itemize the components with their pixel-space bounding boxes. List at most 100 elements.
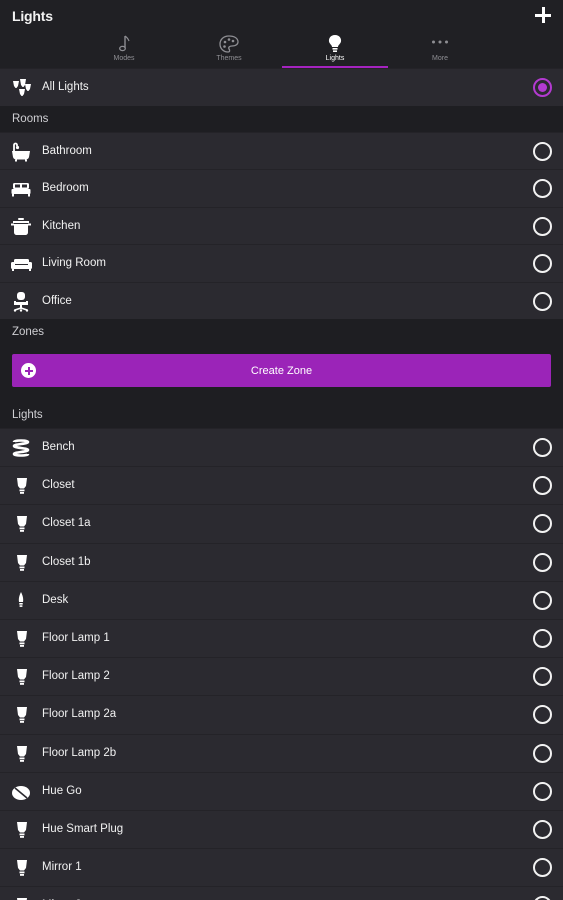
light-label: Bench bbox=[42, 441, 75, 453]
room-row-living-room[interactable]: Living Room bbox=[0, 244, 563, 282]
light-row[interactable]: Hue Smart Plug bbox=[0, 809, 563, 849]
light-row[interactable]: Floor Lamp 2a bbox=[0, 695, 563, 734]
candle-bulb-icon bbox=[10, 590, 34, 612]
bulb-spot-icon bbox=[10, 475, 34, 497]
light-row[interactable]: Closet bbox=[0, 466, 563, 505]
top-bar: Lights bbox=[0, 0, 563, 33]
light-radio[interactable] bbox=[533, 476, 552, 496]
palette-icon bbox=[218, 34, 240, 54]
light-label: Floor Lamp 2b bbox=[42, 746, 117, 759]
bed-icon bbox=[10, 178, 34, 200]
section-title: Zones bbox=[12, 326, 44, 338]
light-label: Floor Lamp 2 bbox=[42, 670, 110, 683]
bulb-spot-icon bbox=[10, 743, 34, 765]
more-dots-icon bbox=[429, 34, 451, 54]
light-radio[interactable] bbox=[533, 858, 552, 878]
create-zone-label: Create Zone bbox=[250, 365, 313, 377]
bulb-icon bbox=[324, 34, 346, 54]
all-lights-label: All Lights bbox=[42, 81, 89, 93]
tab-label: More bbox=[432, 55, 448, 62]
room-radio[interactable] bbox=[533, 254, 552, 273]
multi-bulb-icon bbox=[10, 77, 34, 99]
bulb-spot-icon bbox=[10, 628, 34, 650]
light-label: Hue Smart Plug bbox=[42, 822, 124, 835]
room-row-office[interactable]: Office bbox=[0, 281, 563, 319]
room-label: Kitchen bbox=[42, 219, 81, 232]
light-radio[interactable] bbox=[533, 514, 552, 534]
bulb-spot-icon bbox=[10, 513, 34, 535]
add-icon[interactable] bbox=[533, 5, 553, 25]
page-title: Lights bbox=[12, 8, 53, 24]
pot-icon bbox=[10, 216, 34, 238]
light-row[interactable]: Desk bbox=[0, 580, 563, 619]
lightstrip-icon bbox=[10, 437, 34, 459]
light-radio[interactable] bbox=[533, 705, 552, 725]
hue-go-icon bbox=[10, 781, 34, 803]
sofa-icon bbox=[10, 253, 34, 275]
room-radio[interactable] bbox=[533, 141, 552, 161]
room-row-bedroom[interactable]: Bedroom bbox=[0, 169, 563, 207]
bulb-spot-icon bbox=[10, 666, 34, 688]
all-lights-row[interactable]: All Lights bbox=[0, 68, 563, 106]
tab-label: Lights bbox=[325, 55, 345, 62]
light-row[interactable]: Hue Go bbox=[0, 771, 563, 810]
tab-label: Themes bbox=[216, 55, 242, 62]
light-row[interactable]: Floor Lamp 2 bbox=[0, 657, 563, 696]
bathtub-icon bbox=[10, 141, 34, 163]
lights-list: Bench Closet Closet 1a Closet 1b Desk Floor L… bbox=[0, 428, 563, 900]
room-radio[interactable] bbox=[533, 291, 552, 311]
room-label: Living Room bbox=[42, 257, 106, 269]
light-radio[interactable] bbox=[533, 552, 552, 572]
light-row[interactable]: Mirror 2 bbox=[0, 886, 563, 900]
room-row-kitchen[interactable]: Kitchen bbox=[0, 206, 563, 244]
light-row[interactable]: Mirror 1 bbox=[0, 848, 563, 887]
light-label: Mirror 1 bbox=[42, 861, 82, 874]
room-radio[interactable] bbox=[533, 216, 552, 236]
tab-modes[interactable]: Modes bbox=[71, 33, 177, 68]
room-label: Office bbox=[42, 294, 72, 307]
office-chair-icon bbox=[10, 291, 34, 313]
tab-label: Modes bbox=[113, 55, 135, 62]
light-radio[interactable] bbox=[533, 819, 552, 839]
light-radio[interactable] bbox=[533, 667, 552, 687]
tab-bar: Modes Themes Lights More bbox=[0, 33, 563, 68]
zones-area: Create Zone bbox=[0, 345, 563, 402]
room-row-bathroom[interactable]: Bathroom bbox=[0, 131, 563, 169]
light-label: Closet bbox=[42, 479, 75, 492]
light-row[interactable]: Floor Lamp 2b bbox=[0, 733, 563, 772]
tab-lights[interactable]: Lights bbox=[282, 33, 388, 68]
lights-section-header: Lights bbox=[0, 402, 563, 428]
light-radio[interactable] bbox=[533, 628, 552, 648]
light-label: Floor Lamp 2a bbox=[42, 708, 117, 721]
light-radio[interactable] bbox=[533, 896, 552, 900]
light-label: Hue Go bbox=[42, 784, 82, 797]
tab-themes[interactable]: Themes bbox=[176, 33, 282, 68]
room-radio[interactable] bbox=[533, 179, 552, 198]
room-label: Bathroom bbox=[42, 144, 92, 157]
bulb-spot-icon bbox=[10, 552, 34, 574]
music-note-icon bbox=[113, 34, 135, 54]
section-title: Lights bbox=[12, 409, 43, 421]
light-row[interactable]: Bench bbox=[0, 428, 563, 467]
light-row[interactable]: Closet 1b bbox=[0, 542, 563, 581]
all-lights-radio[interactable] bbox=[533, 78, 552, 97]
bulb-spot-icon bbox=[10, 857, 34, 879]
rooms-section-header: Rooms bbox=[0, 105, 563, 132]
bulb-spot-icon bbox=[10, 895, 34, 900]
light-row[interactable]: Floor Lamp 1 bbox=[0, 618, 563, 658]
bulb-spot-icon bbox=[10, 704, 34, 726]
tab-more[interactable]: More bbox=[387, 33, 493, 68]
light-radio[interactable] bbox=[533, 743, 552, 763]
light-row[interactable]: Closet 1a bbox=[0, 504, 563, 543]
light-label: Closet 1b bbox=[42, 555, 91, 568]
bulb-spot-icon bbox=[10, 819, 34, 841]
light-label: Closet 1a bbox=[42, 517, 91, 530]
light-radio[interactable] bbox=[533, 590, 552, 610]
light-label: Floor Lamp 1 bbox=[42, 631, 110, 644]
light-radio[interactable] bbox=[533, 781, 552, 801]
light-radio[interactable] bbox=[533, 438, 552, 457]
light-label: Desk bbox=[42, 593, 69, 606]
create-zone-button[interactable]: Create Zone bbox=[12, 354, 551, 387]
zones-section-header: Zones bbox=[0, 319, 563, 345]
room-label: Bedroom bbox=[42, 182, 89, 194]
